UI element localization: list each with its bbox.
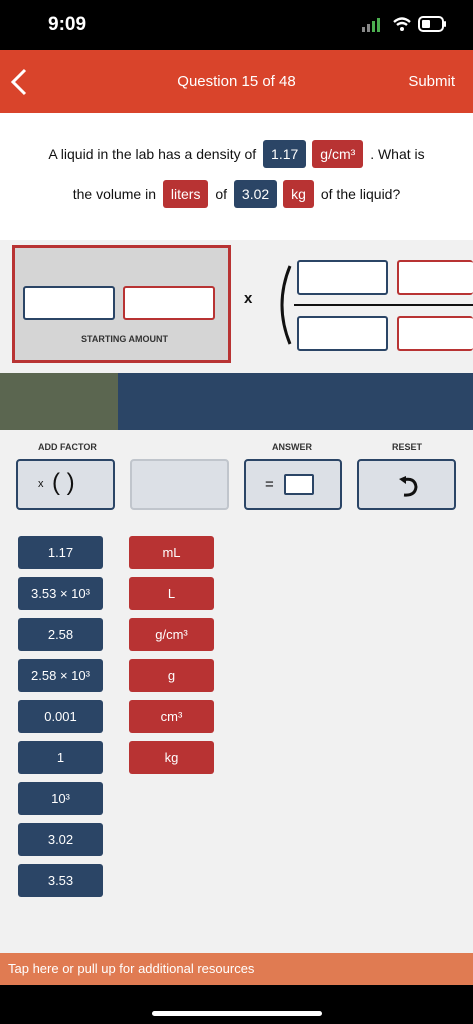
add-factor-button[interactable]: x ( ) (16, 459, 115, 510)
progress-band-segment (0, 373, 118, 430)
battery-icon (418, 16, 446, 32)
target-unit-chip: liters (162, 180, 209, 208)
resources-text: Tap here or pull up for additional resou… (8, 961, 255, 976)
unit-tile[interactable]: kg (129, 741, 214, 774)
question-header: Question 15 of 48 Submit (0, 50, 473, 113)
value-tile[interactable]: 3.02 (18, 823, 103, 856)
starting-value-slot[interactable] (23, 286, 115, 320)
status-bar: 9:09 (0, 0, 473, 50)
answer-slot[interactable] (284, 474, 314, 495)
mass-unit-chip: kg (283, 180, 314, 208)
question-counter: Question 15 of 48 (177, 73, 296, 90)
wifi-icon (393, 17, 411, 31)
question-text: A liquid in the lab has a density of (48, 146, 257, 162)
add-factor-x: x (38, 478, 44, 490)
question-text: of the liquid? (320, 186, 401, 202)
empty-factor-slot[interactable] (130, 459, 229, 510)
tile-tray: 1.17 3.53 × 10³ 2.58 2.58 × 10³ 0.001 1 … (0, 525, 473, 953)
unit-tile[interactable]: g (129, 659, 214, 692)
question-text: the volume in (72, 186, 156, 202)
unit-tile[interactable]: L (129, 577, 214, 610)
question-line-1: A liquid in the lab has a density of 1.1… (0, 140, 473, 168)
add-factor-label: ADD FACTOR (38, 442, 97, 452)
multiply-sign: x (244, 290, 253, 307)
signal-icon (362, 18, 380, 32)
value-tile[interactable]: 0.001 (18, 700, 103, 733)
resources-bar[interactable]: Tap here or pull up for additional resou… (0, 953, 473, 985)
unit-tile[interactable]: mL (129, 536, 214, 569)
factor-denominator-value-slot[interactable] (297, 316, 388, 351)
fraction-bar (294, 304, 473, 306)
equals-sign: = (265, 476, 274, 493)
reset-label: RESET (392, 442, 423, 452)
question-text: of (215, 186, 228, 202)
reset-button[interactable] (357, 459, 456, 510)
value-tile[interactable]: 1 (18, 741, 103, 774)
starting-amount-label: STARTING AMOUNT (81, 334, 168, 344)
value-tile[interactable]: 3.53 × 10³ (18, 577, 103, 610)
value-tile[interactable]: 1.17 (18, 536, 103, 569)
factor-denominator-unit-slot[interactable] (397, 316, 473, 351)
question-line-2: the volume in liters of 3.02 kg of the li… (0, 180, 473, 208)
mass-value-chip: 3.02 (233, 180, 278, 208)
home-indicator[interactable] (152, 1011, 322, 1016)
factor-numerator-unit-slot[interactable] (397, 260, 473, 295)
factor-numerator-value-slot[interactable] (297, 260, 388, 295)
clock: 9:09 (48, 14, 87, 35)
controls-row: ADD FACTOR ANSWER RESET x ( ) = (0, 430, 473, 525)
density-value-chip: 1.17 (263, 140, 307, 168)
density-unit-chip: g/cm³ (312, 140, 364, 168)
value-tile[interactable]: 2.58 (18, 618, 103, 651)
question-text: . What is (370, 146, 425, 162)
unit-tile[interactable]: g/cm³ (129, 618, 214, 651)
answer-label: ANSWER (272, 442, 312, 452)
reset-icon (399, 476, 418, 497)
open-paren-icon (280, 265, 292, 345)
unit-tile[interactable]: cm³ (129, 700, 214, 733)
submit-button[interactable]: Submit (408, 73, 455, 90)
bottom-bar (0, 985, 473, 1024)
starting-unit-slot[interactable] (123, 286, 215, 320)
answer-box[interactable]: = (244, 459, 342, 510)
value-tile[interactable]: 2.58 × 10³ (18, 659, 103, 692)
starting-amount-box[interactable]: STARTING AMOUNT (12, 245, 231, 363)
add-factor-parens-icon: ( ) (52, 469, 75, 496)
value-tile[interactable]: 3.53 (18, 864, 103, 897)
value-tile[interactable]: 10³ (18, 782, 103, 815)
